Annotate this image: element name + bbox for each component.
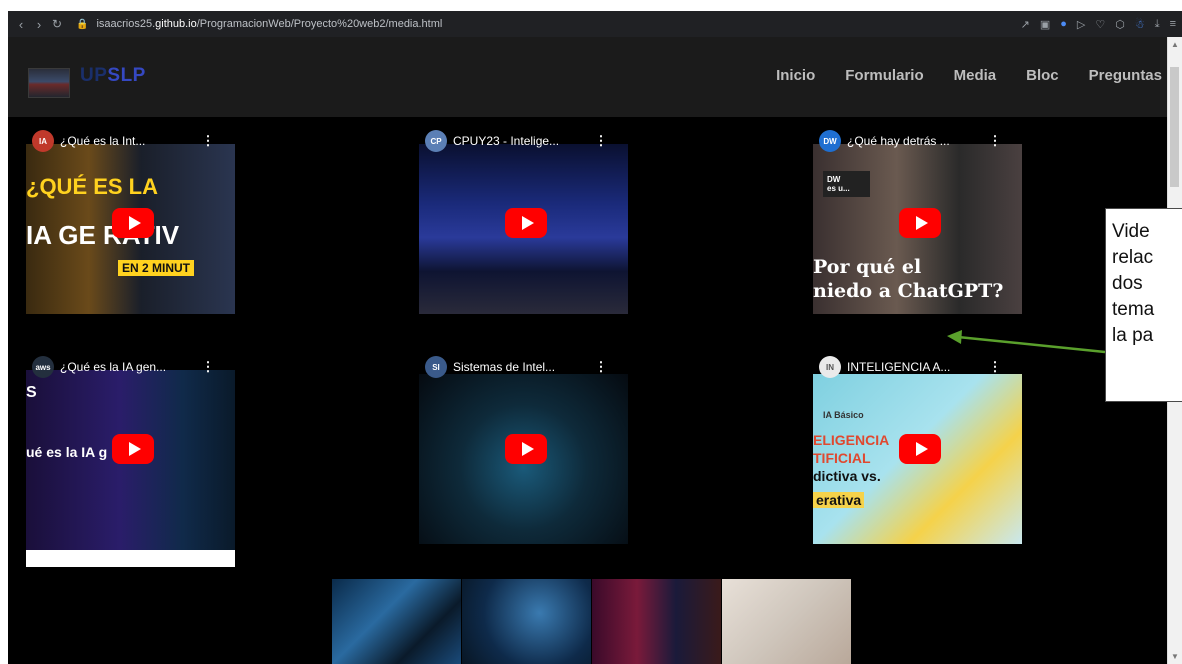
channel-avatar[interactable]: IN [819,356,841,378]
lock-icon[interactable]: 🔒 [76,19,88,30]
callout-line: relac [1112,247,1154,268]
video-overlay-text: S [26,384,37,401]
back-icon[interactable]: ‹ [12,17,30,32]
video-overlay-text: ¿QUÉ ES LA [26,174,159,199]
play-extension-icon[interactable]: ▷ [1077,18,1085,31]
more-options-icon[interactable]: ⋮ [201,359,215,375]
nav-menu: Inicio Formulario Media Bloc Preguntas [776,67,1162,84]
video-thumbnail [26,370,235,567]
video-overlay-text: TIFICIAL [813,450,871,466]
video-header: IN INTELIGENCIA A... ⋮ [813,352,1022,382]
more-options-icon[interactable]: ⋮ [988,133,1002,149]
callout-line: Vide [1112,221,1150,242]
address-bar[interactable]: isaacrios25.github.io/ProgramacionWeb/Pr… [96,18,442,30]
video-embed-5[interactable]: SI Sistemas de Intel... ⋮ [419,352,628,567]
video-overlay-text: niedo a ChatGPT? [813,280,1004,302]
site-brand[interactable]: UPSLP [80,65,146,87]
nav-item-media[interactable]: Media [954,67,997,84]
gallery-image-3[interactable] [592,579,721,664]
video-badge[interactable]: DW es u... [823,171,870,197]
video-embed-4[interactable]: S ué es la IA g va? aws ¿Qué es la IA ge… [26,352,235,567]
more-options-icon[interactable]: ⋮ [988,359,1002,375]
video-header: IA ¿Qué es la Int... ⋮ [26,126,235,156]
share-icon[interactable]: ↗ [1021,18,1030,31]
video-embed-1[interactable]: ¿QUÉ ES LA IA GE RATIV EN 2 MINUT IA ¿Qu… [26,126,235,341]
brand-up: UP [80,65,108,86]
video-overlay-text: EN 2 MINUT [118,260,195,276]
play-button[interactable] [112,208,154,238]
video-overlay-text: IA Básico [823,410,864,420]
nav-item-formulario[interactable]: Formulario [845,67,923,84]
screenshot-icon[interactable]: ▣ [1040,18,1050,31]
more-options-icon[interactable]: ⋮ [594,133,608,149]
gallery-image-2[interactable] [462,579,591,664]
video-header: SI Sistemas de Intel... ⋮ [419,352,628,382]
video-overlay-text: Por qué el [813,256,922,278]
browser-toolbar: ‹ › ↻ 🔒 isaacrios25.github.io/Programaci… [8,11,1182,37]
play-button[interactable] [112,434,154,464]
video-embed-3[interactable]: Por qué el niedo a ChatGPT? DW es u... D… [813,126,1022,341]
url-domain: github.io [155,18,197,30]
heart-icon[interactable]: ♡ [1095,18,1105,31]
video-overlay-text: IA GE RATIV [26,220,180,250]
nav-item-inicio[interactable]: Inicio [776,67,815,84]
channel-avatar[interactable]: SI [425,356,447,378]
url-prefix: isaacrios25. [96,18,156,30]
video-header: CP CPUY23 - Intelige... ⋮ [419,126,628,156]
more-options-icon[interactable]: ⋮ [201,133,215,149]
shield-icon[interactable]: ● [1060,18,1067,30]
video-title[interactable]: CPUY23 - Intelige... [453,134,594,148]
callout-line: dos [1112,273,1143,294]
play-button[interactable] [505,434,547,464]
reload-icon[interactable]: ↻ [48,17,66,31]
forward-icon[interactable]: › [30,17,48,32]
menu-icon[interactable]: ≡ [1170,18,1176,30]
channel-avatar[interactable]: DW [819,130,841,152]
callout-line: la pa [1112,325,1154,346]
profile-icon[interactable]: ☃ [1135,18,1145,31]
scroll-up-icon[interactable]: ▲ [1171,40,1179,49]
video-overlay-text: ELIGENCIA [813,432,890,448]
scrollbar-thumb[interactable] [1170,67,1179,187]
toolbar-icons: ↗ ▣ ● ▷ ♡ ⬡ ☃ ⤓ ≡ [1021,11,1176,37]
scroll-down-icon[interactable]: ▼ [1171,652,1179,661]
channel-avatar[interactable]: CP [425,130,447,152]
video-overlay-text: dictiva vs. [813,468,881,484]
nav-item-preguntas[interactable]: Preguntas [1089,67,1162,84]
brand-slp: SLP [107,65,146,86]
play-button[interactable] [899,434,941,464]
video-embed-6[interactable]: IA Básico ELIGENCIA TIFICIAL dictiva vs.… [813,352,1022,567]
channel-avatar[interactable]: aws [32,356,54,378]
video-title[interactable]: ¿Qué hay detrás ... [847,134,988,148]
nav-item-bloc[interactable]: Bloc [1026,67,1059,84]
play-button[interactable] [505,208,547,238]
site-navbar: UPSLP Inicio Formulario Media Bloc Pregu… [8,37,1182,117]
video-header: aws ¿Qué es la IA gen... ⋮ [26,352,235,382]
callout-line: tema [1112,299,1155,320]
cube-icon[interactable]: ⬡ [1115,18,1125,31]
browser-window: ‹ › ↻ 🔒 isaacrios25.github.io/Programaci… [8,11,1182,664]
url-path: /ProgramacionWeb/Proyecto%20web2/media.h… [196,18,443,30]
gallery-image-4[interactable] [722,579,851,664]
video-title[interactable]: INTELIGENCIA A... [847,360,988,374]
video-title[interactable]: ¿Qué es la Int... [60,134,201,148]
video-overlay-text: erativa [813,492,865,508]
site-logo[interactable] [28,68,70,98]
annotation-callout: Vide relac dos tema la pa [1105,208,1182,402]
download-icon[interactable]: ⤓ [1155,18,1160,31]
video-embed-2[interactable]: CP CPUY23 - Intelige... ⋮ [419,126,628,341]
play-button[interactable] [899,208,941,238]
channel-avatar[interactable]: IA [32,130,54,152]
video-title[interactable]: Sistemas de Intel... [453,360,594,374]
gallery-image-1[interactable] [332,579,461,664]
video-header: DW ¿Qué hay detrás ... ⋮ [813,126,1022,156]
video-bottom-bar [26,550,235,567]
more-options-icon[interactable]: ⋮ [594,359,608,375]
video-title[interactable]: ¿Qué es la IA gen... [60,360,201,374]
